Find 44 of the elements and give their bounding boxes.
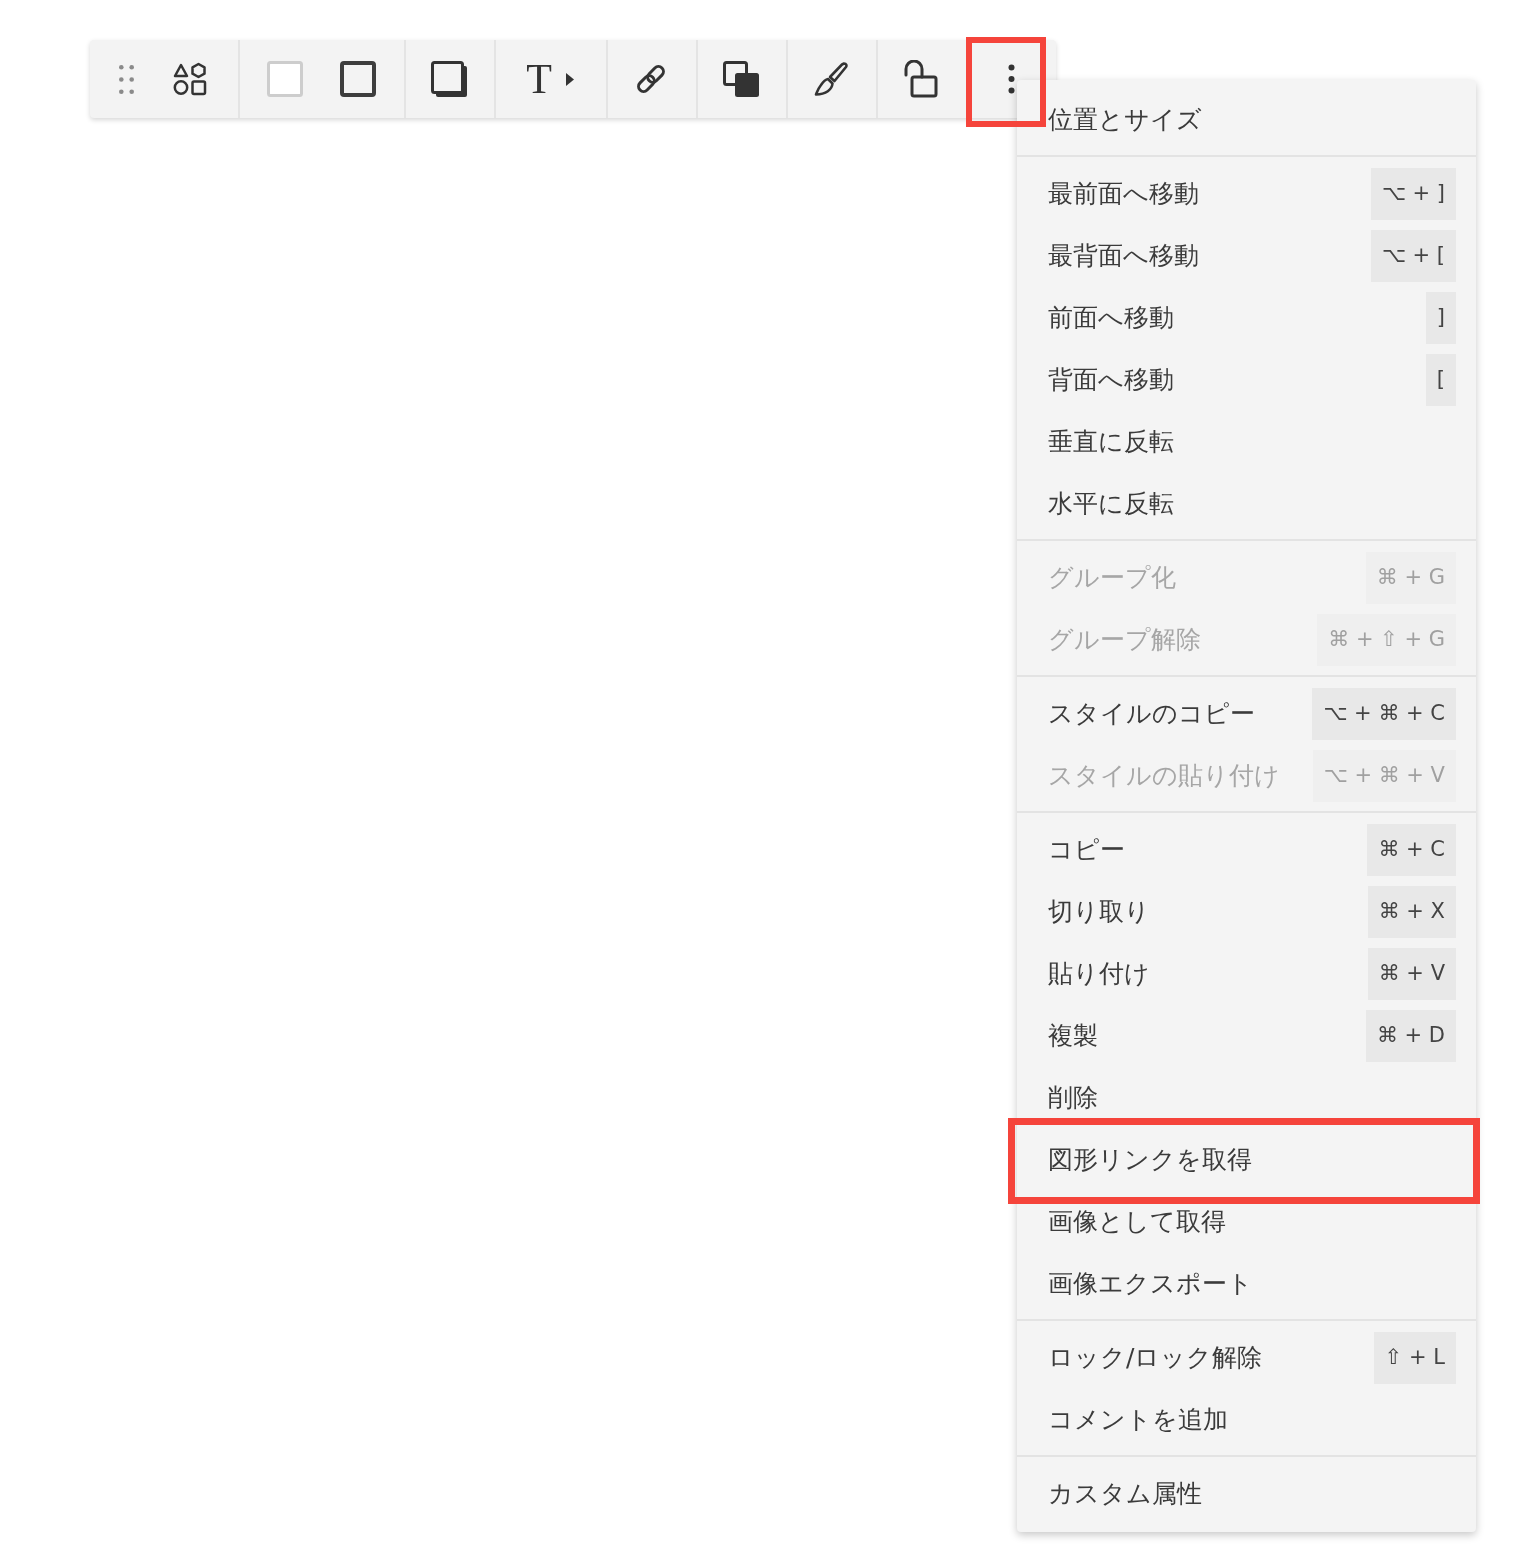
menu-item[interactable]: 図形リンクを取得: [1017, 1129, 1476, 1191]
shortcut-badge: ⌥ + ]: [1370, 168, 1456, 220]
menu-item[interactable]: 最背面へ移動 ⌥ + [: [1017, 225, 1476, 287]
menu-item[interactable]: 画像として取得: [1017, 1191, 1476, 1253]
menu-item[interactable]: 貼り付け ⌘ + V: [1017, 943, 1476, 1005]
menu-item[interactable]: 最前面へ移動 ⌥ + ]: [1017, 163, 1476, 225]
menu-item[interactable]: 画像エクスポート: [1017, 1253, 1476, 1315]
paintbrush-icon: [813, 61, 849, 97]
shortcut-badge: [: [1425, 354, 1456, 406]
fill-square-icon: [266, 61, 303, 97]
shortcut-badge: ⌘ + ⇧ + G: [1317, 614, 1456, 666]
shortcut-badge: ]: [1425, 292, 1456, 344]
open-padlock-icon: [904, 60, 938, 98]
shortcut-badge: ⇧ + L: [1373, 1332, 1456, 1384]
outlined-square-icon: [339, 61, 376, 97]
grip-dots-icon: [118, 64, 134, 94]
shortcut-badge: ⌘ + V: [1367, 948, 1456, 1000]
menu-item[interactable]: 削除: [1017, 1067, 1476, 1129]
shortcut-badge: ⌥ + ⌘ + C: [1312, 688, 1456, 740]
shortcut-badge: ⌘ + X: [1367, 886, 1456, 938]
menu-item[interactable]: ロック/ロック解除 ⇧ + L: [1017, 1327, 1476, 1389]
overlapping-squares-icon: [723, 61, 759, 97]
shortcut-badge: ⌘ + D: [1365, 1010, 1456, 1062]
menu-item[interactable]: 垂直に反転: [1017, 411, 1476, 473]
shortcut-badge: ⌥ + ⌘ + V: [1312, 750, 1456, 802]
shortcut-badge: ⌘ + G: [1365, 552, 1456, 604]
menu-item[interactable]: カスタム属性: [1017, 1463, 1476, 1525]
menu-item[interactable]: 位置とサイズ: [1017, 89, 1476, 151]
menu-item[interactable]: 複製 ⌘ + D: [1017, 1005, 1476, 1067]
menu-item[interactable]: 水平に反転: [1017, 473, 1476, 535]
caret-icon: [565, 72, 574, 86]
menu-item[interactable]: 前面へ移動 ]: [1017, 287, 1476, 349]
menu-item[interactable]: 切り取り ⌘ + X: [1017, 881, 1476, 943]
menu-item[interactable]: コメントを追加: [1017, 1389, 1476, 1451]
shortcut-badge: ⌥ + [: [1370, 230, 1456, 282]
vertical-dots-icon: [1007, 64, 1015, 94]
text-tool-button[interactable]: T: [504, 40, 596, 118]
menu-item[interactable]: スタイルのコピー ⌥ + ⌘ + C: [1017, 683, 1476, 745]
menu-item[interactable]: コピー ⌘ + C: [1017, 819, 1476, 881]
link-icon: [634, 62, 668, 96]
shortcut-badge: ⌘ + C: [1367, 824, 1456, 876]
menu-item[interactable]: 背面へ移動 [: [1017, 349, 1476, 411]
shadowed-square-icon: [431, 61, 467, 97]
shapes-icon: [173, 62, 207, 96]
